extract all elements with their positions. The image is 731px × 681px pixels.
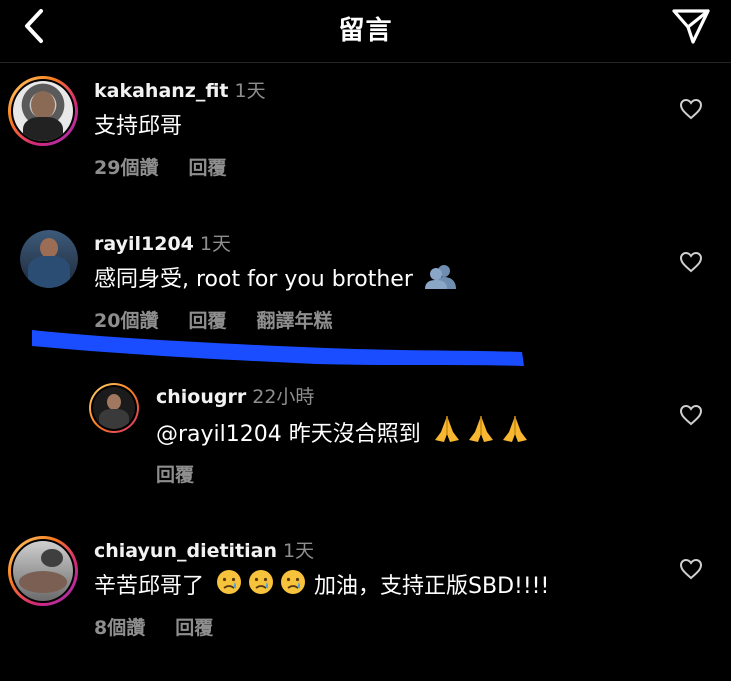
comment-text-start: 辛苦邱哥了 — [94, 574, 205, 599]
top-bar: 留言 — [0, 0, 731, 63]
comment-time: 1天 — [283, 540, 315, 562]
avatar[interactable] — [8, 76, 78, 146]
likes-count[interactable]: 8個讚 — [94, 617, 145, 639]
reply-button[interactable]: 回覆 — [188, 157, 226, 179]
comment-username[interactable]: chiayun_dietitian — [94, 540, 277, 562]
heart-icon[interactable] — [679, 558, 703, 580]
send-icon — [672, 9, 710, 44]
comment-text-line: 感同身受, root for you brother — [94, 261, 458, 293]
comment-time: 1天 — [199, 233, 231, 255]
highlight-annotation — [32, 330, 524, 366]
comment-text-line: @rayil1204 昨天沒合照到 — [156, 414, 530, 448]
crying-face-emoji-icon — [217, 570, 242, 594]
folded-hands-emoji-icon — [468, 416, 493, 442]
comment-text: 支持邱哥 — [94, 114, 183, 139]
reply-button[interactable]: 回覆 — [175, 617, 213, 639]
comment-time: 1天 — [234, 80, 266, 102]
heart-icon[interactable] — [679, 404, 703, 426]
avatar[interactable] — [89, 383, 139, 433]
avatar[interactable] — [8, 536, 78, 606]
heart-icon[interactable] — [679, 98, 703, 120]
comment-text-end: 加油，支持正版SBD!!!! — [314, 574, 550, 599]
avatar[interactable] — [20, 230, 78, 288]
reply-button[interactable]: 回覆 — [156, 464, 194, 486]
heart-icon[interactable] — [679, 251, 703, 273]
comment-text: 感同身受, root for you brother — [94, 267, 413, 292]
crying-face-emoji-icon — [249, 570, 274, 594]
busts-emoji-icon — [424, 265, 456, 289]
comment-username[interactable]: rayil1204 — [94, 233, 194, 255]
folded-hands-emoji-icon — [502, 416, 527, 442]
crying-face-emoji-icon — [281, 570, 306, 594]
likes-count[interactable]: 29個讚 — [94, 157, 158, 179]
share-button[interactable] — [669, 4, 713, 48]
page-title: 留言 — [338, 16, 393, 46]
comment-username[interactable]: kakahanz_fit — [94, 80, 229, 102]
comment-username[interactable]: chiougrr — [156, 386, 246, 408]
comment-text: @rayil1204 昨天沒合照到 — [156, 422, 421, 447]
comment-text-line: 辛苦邱哥了 加油，支持正版SBD!!!! — [94, 568, 549, 600]
comment-time: 22小時 — [252, 386, 315, 408]
folded-hands-emoji-icon — [434, 416, 459, 442]
